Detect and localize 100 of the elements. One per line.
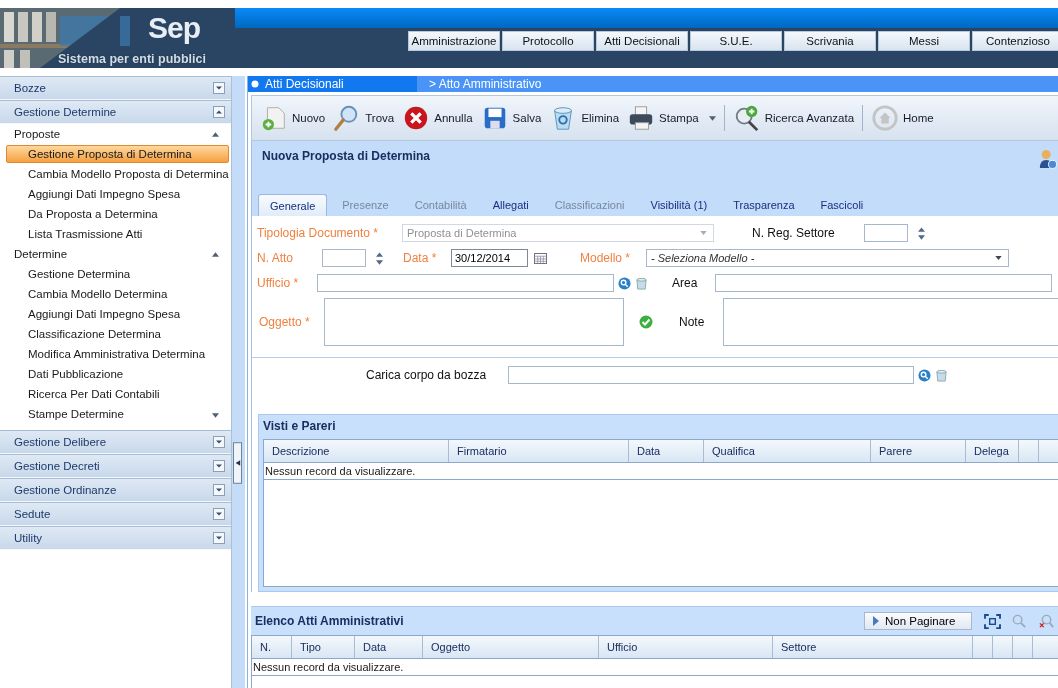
dot-icon bbox=[251, 80, 259, 88]
spinner-icon[interactable] bbox=[376, 251, 383, 265]
toggle-icon[interactable] bbox=[213, 82, 225, 94]
column-header[interactable]: Ufficio bbox=[599, 636, 773, 658]
group-label[interactable]: Determine bbox=[14, 248, 68, 260]
column-header[interactable]: Data bbox=[355, 636, 423, 658]
toggle-icon[interactable] bbox=[213, 460, 225, 472]
date-field[interactable]: 30/12/2014 bbox=[451, 249, 528, 267]
menu-item[interactable]: Stampe Determine bbox=[6, 405, 228, 423]
accordion-header[interactable]: Gestione Decreti bbox=[0, 454, 231, 478]
model-select[interactable]: - Seleziona Modello - bbox=[646, 249, 1009, 267]
calendar-icon[interactable] bbox=[534, 252, 547, 264]
subject-field[interactable] bbox=[324, 298, 624, 346]
toolbar-button[interactable]: Ricerca Avanzata bbox=[730, 104, 857, 132]
column-header[interactable]: N. bbox=[252, 636, 292, 658]
nav-tab[interactable]: S.U.E. bbox=[690, 31, 782, 51]
column-header[interactable]: Parere bbox=[871, 440, 966, 462]
search-icon[interactable] bbox=[618, 276, 631, 290]
tab[interactable]: Generale bbox=[258, 194, 328, 216]
menu-item[interactable]: Da Proposta a Determina bbox=[6, 205, 228, 223]
logo-title: Sep bbox=[148, 10, 201, 46]
menu-item[interactable]: Aggiungi Dati Impegno Spesa bbox=[6, 185, 228, 203]
toggle-icon[interactable] bbox=[213, 436, 225, 448]
menu-item[interactable]: Gestione Proposta di Determina bbox=[6, 145, 229, 163]
toolbar-button[interactable]: Nuovo bbox=[258, 104, 328, 132]
caret-icon[interactable] bbox=[212, 251, 219, 257]
menu-item[interactable]: Modifica Amministrativa Determina bbox=[6, 345, 228, 363]
scroll-down-icon[interactable] bbox=[212, 413, 219, 418]
accordion-header[interactable]: Utility bbox=[0, 526, 231, 550]
nav-tab[interactable]: Amministrazione bbox=[408, 31, 500, 51]
area-field[interactable] bbox=[715, 274, 1052, 292]
tab[interactable]: Trasparenza bbox=[722, 194, 806, 216]
column-header[interactable]: Oggetto bbox=[423, 636, 599, 658]
panel-title: Visti e Pareri bbox=[262, 418, 337, 435]
tab[interactable]: Allegati bbox=[481, 194, 540, 216]
column-header[interactable]: Tipo bbox=[292, 636, 355, 658]
caret-icon bbox=[700, 231, 707, 235]
section-label: Gestione Ordinanze bbox=[14, 484, 117, 496]
menu-item[interactable]: Ricerca Per Dati Contabili bbox=[6, 385, 228, 403]
tab[interactable]: Fascicoli bbox=[809, 194, 875, 216]
fullscreen-icon[interactable] bbox=[984, 613, 1001, 629]
caret-icon[interactable] bbox=[212, 131, 219, 137]
toolbar-button[interactable]: Trova bbox=[331, 104, 397, 132]
menu-item[interactable]: Dati Pubblicazione bbox=[6, 365, 228, 383]
home-icon bbox=[871, 104, 900, 132]
draft-field[interactable] bbox=[508, 366, 914, 384]
accordion-header[interactable]: Gestione Delibere bbox=[0, 430, 231, 454]
nav-tab[interactable]: Scrivania bbox=[784, 31, 876, 51]
nav-tab[interactable]: Atti Decisionali bbox=[596, 31, 688, 51]
form-title: Nuova Proposta di Determina bbox=[262, 149, 431, 165]
number-field[interactable] bbox=[322, 249, 366, 267]
field-label: Note bbox=[679, 315, 706, 329]
toggle-icon[interactable] bbox=[213, 484, 225, 496]
menu-item[interactable]: Gestione Determina bbox=[6, 265, 228, 283]
tab[interactable]: Visibilità (1) bbox=[639, 194, 719, 216]
notes-field[interactable] bbox=[723, 298, 1058, 346]
office-field[interactable] bbox=[317, 274, 614, 292]
menu-item[interactable]: Classificazione Determina bbox=[6, 325, 228, 343]
collapse-handle[interactable] bbox=[233, 440, 242, 486]
accordion-header[interactable]: Bozze bbox=[0, 76, 231, 100]
accordion-header[interactable]: Gestione Determine bbox=[0, 100, 231, 124]
column-header[interactable]: Descrizione bbox=[264, 440, 449, 462]
column-header[interactable]: Delega bbox=[966, 440, 1019, 462]
breadcrumb-item[interactable]: Atti Decisionali bbox=[248, 76, 417, 92]
column-header[interactable]: Firmatario bbox=[449, 440, 629, 462]
search-icon[interactable] bbox=[918, 368, 931, 382]
group-label[interactable]: Proposte bbox=[14, 128, 61, 140]
toggle-icon[interactable] bbox=[213, 106, 225, 118]
toggle-icon[interactable] bbox=[213, 532, 225, 544]
menu-item[interactable]: Cambia Modello Proposta di Determina bbox=[6, 165, 228, 183]
menu-item[interactable]: Aggiungi Dati Impegno Spesa bbox=[6, 305, 228, 323]
new-document-icon bbox=[260, 104, 288, 132]
column-header[interactable]: Settore bbox=[773, 636, 973, 658]
clear-search-icon[interactable] bbox=[1038, 613, 1055, 629]
accordion-header[interactable]: Sedute bbox=[0, 502, 231, 526]
spinner-icon[interactable] bbox=[918, 226, 925, 240]
nav-tab[interactable]: Messi bbox=[878, 31, 970, 51]
toolbar-button[interactable]: Stampa bbox=[625, 104, 718, 132]
user-info-icon[interactable] bbox=[1039, 149, 1057, 169]
field-label: Carica corpo da bozza bbox=[366, 368, 488, 382]
nav-tab[interactable]: Contenzioso bbox=[972, 31, 1058, 51]
logo-subtitle: Sistema per enti pubblici bbox=[58, 51, 206, 67]
toolbar-button[interactable]: Salva bbox=[478, 104, 544, 132]
nav-tab[interactable]: Protocollo bbox=[502, 31, 594, 51]
number-field[interactable] bbox=[864, 224, 908, 242]
menu-item[interactable]: Lista Trasmissione Atti bbox=[6, 225, 228, 243]
empty-message: Nessun record da visualizzare. bbox=[252, 659, 1058, 676]
toolbar-button[interactable]: Annulla bbox=[400, 104, 475, 132]
accordion-header[interactable]: Gestione Ordinanze bbox=[0, 478, 231, 502]
column-header[interactable]: Qualifica bbox=[704, 440, 871, 462]
check-icon bbox=[639, 315, 653, 329]
column-header[interactable]: Data bbox=[629, 440, 704, 462]
menu-item[interactable]: Cambia Modello Determina bbox=[6, 285, 228, 303]
field-label: Data * bbox=[403, 251, 438, 265]
toolbar-button[interactable]: Elimina bbox=[547, 104, 622, 132]
field-label: Tipologia Documento * bbox=[257, 226, 379, 240]
toggle-icon[interactable] bbox=[213, 508, 225, 520]
section-label: Sedute bbox=[14, 508, 51, 520]
no-paging-button[interactable]: Non Paginare bbox=[864, 612, 972, 630]
toolbar-button[interactable]: Home bbox=[869, 104, 936, 132]
